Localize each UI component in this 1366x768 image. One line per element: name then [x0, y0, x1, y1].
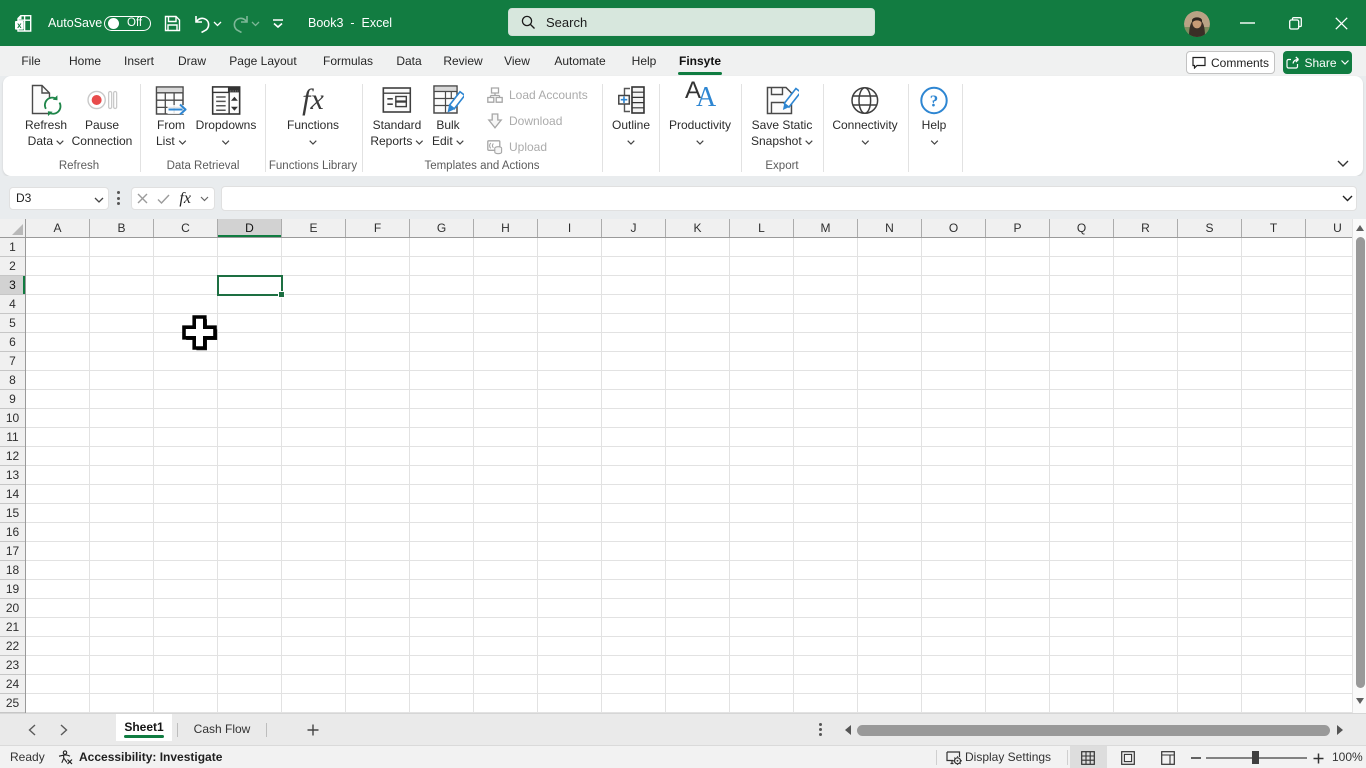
svg-text:x: x [17, 21, 22, 30]
svg-text:?: ? [930, 91, 939, 110]
